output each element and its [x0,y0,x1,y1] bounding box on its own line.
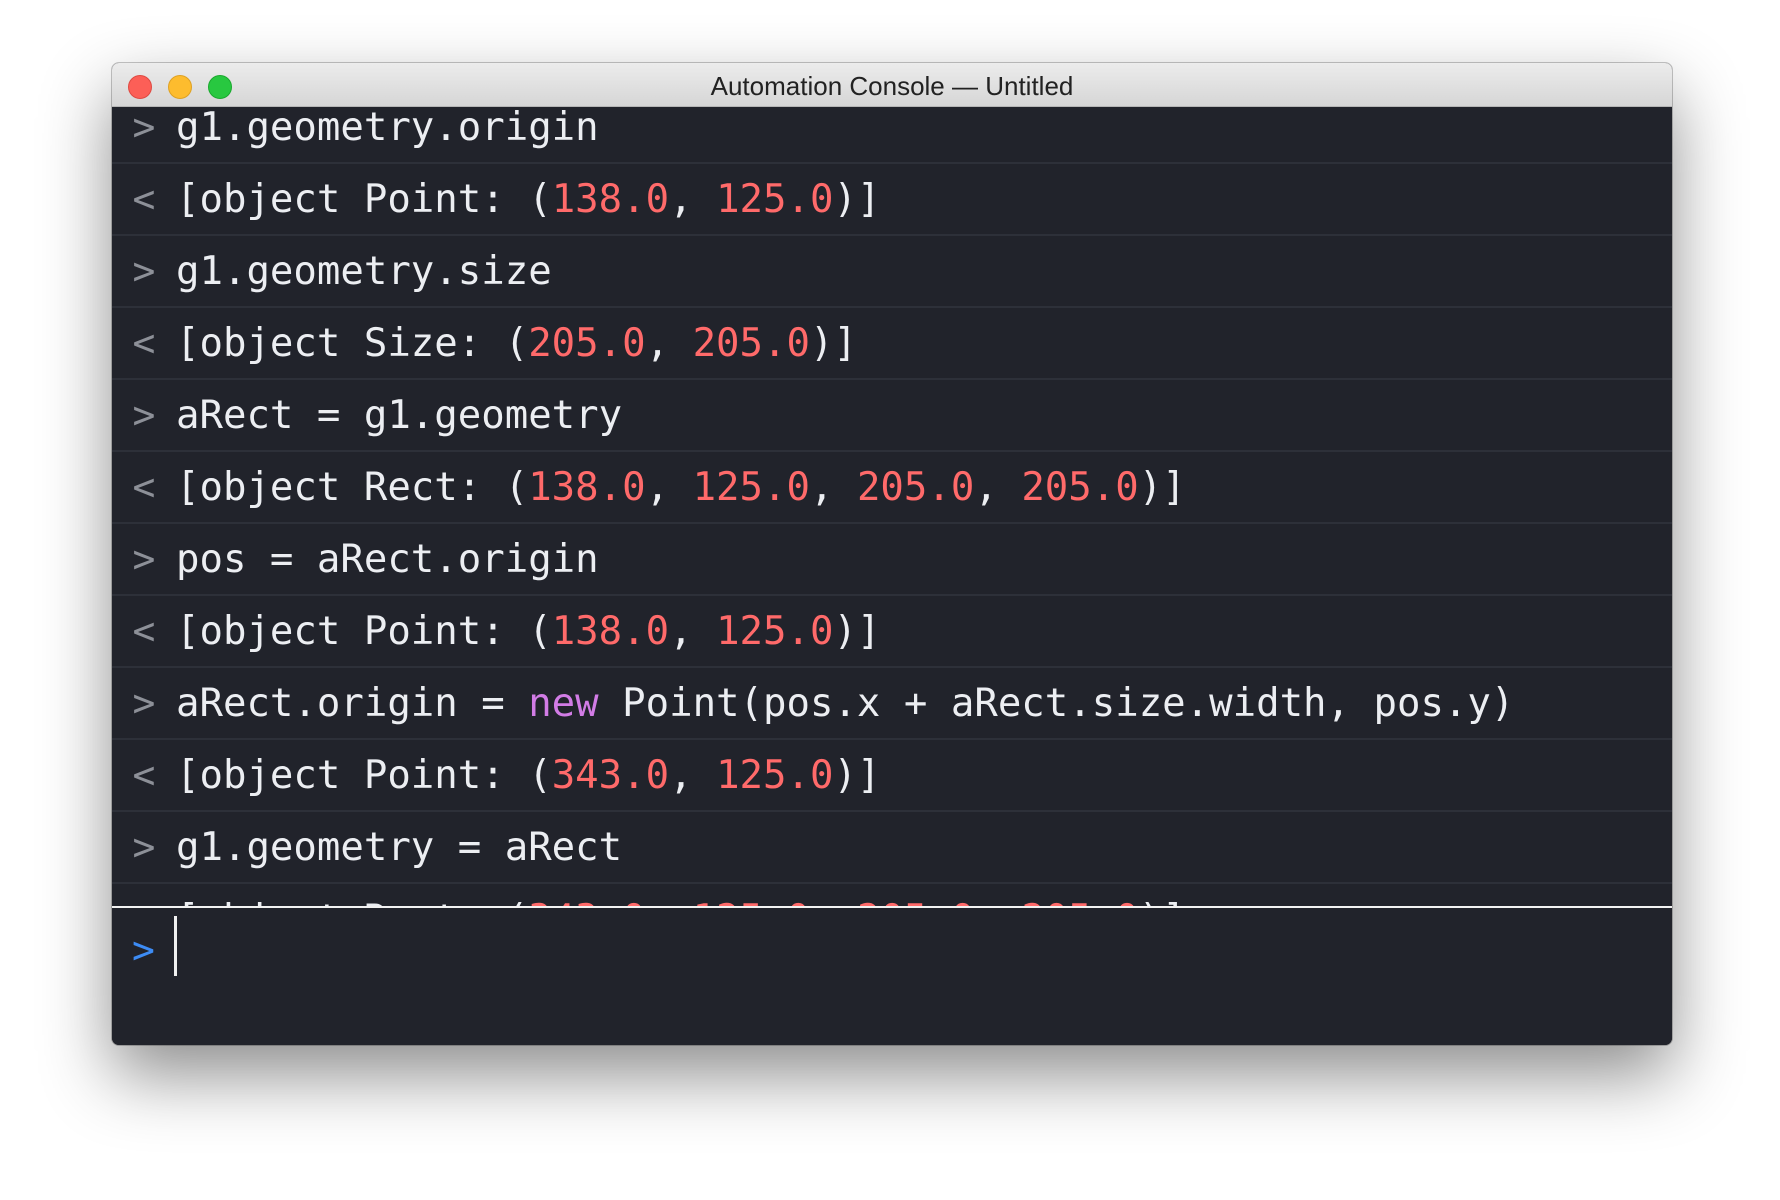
number-token: 205.0 [856,464,975,510]
text-token: )] [833,176,881,222]
text-token: , [645,320,693,366]
number-token: 343.0 [551,752,670,798]
text-token: g1.geometry.size [176,248,552,294]
command-text: pos = aRect.origin [176,537,599,582]
console-input-row: > g1.geometry.origin [112,105,1672,164]
number-token: 138.0 [551,608,670,654]
console-window: Automation Console — Untitled > g1.geomet… [112,63,1672,1045]
output-chevron-icon: < [132,609,156,653]
number-token: 205.0 [1021,464,1139,510]
console-input-row: > pos = aRect.origin [112,524,1672,596]
window-title: Automation Console — Untitled [710,71,1074,101]
text-token: aRect.origin = [176,680,529,726]
console-input-row: > g1.geometry = aRect [112,812,1672,884]
text-token: [object Point: ( [176,608,552,654]
text-token: , [645,464,693,510]
input-chevron-icon: > [132,681,156,725]
output-chevron-icon: < [132,321,156,365]
text-token: [object Size: ( [176,320,529,366]
text-token: )] [833,752,881,798]
number-token: 205.0 [528,320,646,366]
result-text: [object Rect: (138.0, 125.0, 205.0, 205.… [176,465,1186,510]
text-token: )] [1138,464,1186,510]
text-token: , [669,752,717,798]
input-chevron-icon: > [132,393,156,437]
number-token: 125.0 [716,176,834,222]
command-text: aRect.origin = new Point(pos.x + aRect.s… [176,681,1514,726]
number-token: 125.0 [692,464,810,510]
text-token: [object Rect: ( [176,464,529,510]
console-input-area[interactable]: > [112,906,1672,1045]
text-token: )] [809,320,857,366]
input-chevron-icon: > [132,249,156,293]
text-token: , [974,464,1022,510]
text-token: Point(pos.x + aRect.size.width, pos.y) [598,680,1515,726]
text-token: )] [833,608,881,654]
console-output-row: < [object Point: (138.0, 125.0)] [112,596,1672,668]
console-input-row: > aRect = g1.geometry [112,380,1672,452]
text-token: , [809,464,857,510]
command-text: g1.geometry = aRect [176,825,622,870]
number-token: 125.0 [716,752,834,798]
number-token: 205.0 [692,320,810,366]
console-output-row: < [object Point: (138.0, 125.0)] [112,164,1672,236]
input-chevron-icon: > [132,537,156,581]
output-chevron-icon: < [132,465,156,509]
console-log: > g1.geometry.origin < [object Point: (138.… [112,105,1672,956]
number-token: 138.0 [551,176,670,222]
result-text: [object Point: (343.0, 125.0)] [176,753,880,798]
number-token: 125.0 [716,608,834,654]
input-chevron-icon: > [132,105,156,149]
output-chevron-icon: < [132,753,156,797]
console-input-row: > g1.geometry.size [112,236,1672,308]
text-token: [object Point: ( [176,176,552,222]
text-token: g1.geometry.origin [176,105,599,150]
console-output-row: < [object Rect: (138.0, 125.0, 205.0, 205… [112,452,1672,524]
result-text: [object Point: (138.0, 125.0)] [176,177,880,222]
input-prompt-icon: > [132,928,155,972]
command-text: g1.geometry.size [176,249,552,294]
text-token: [object Point: ( [176,752,552,798]
console-output-row: < [object Point: (343.0, 125.0)] [112,740,1672,812]
result-text: [object Point: (138.0, 125.0)] [176,609,880,654]
number-token: 138.0 [528,464,646,510]
title-bar[interactable]: Automation Console — Untitled [112,63,1672,107]
result-text: [object Size: (205.0, 205.0)] [176,321,857,366]
console-input-row: > aRect.origin = new Point(pos.x + aRect.… [112,668,1672,740]
command-text: g1.geometry.origin [176,105,599,150]
text-token: g1.geometry = aRect [176,824,623,870]
text-token: pos = aRect.origin [176,536,599,582]
keyword-token: new [528,680,599,726]
text-cursor [174,916,177,976]
output-chevron-icon: < [132,177,156,221]
command-text: aRect = g1.geometry [176,393,622,438]
console-output-row: < [object Size: (205.0, 205.0)] [112,308,1672,380]
text-token: aRect = g1.geometry [176,392,623,438]
text-token: , [669,176,717,222]
input-chevron-icon: > [132,825,156,869]
text-token: , [669,608,717,654]
